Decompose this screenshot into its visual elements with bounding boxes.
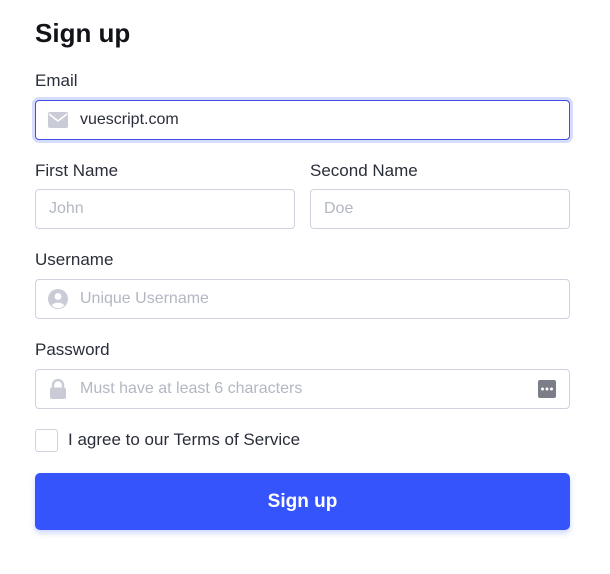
- second-name-label: Second Name: [310, 161, 418, 180]
- password-label: Password: [35, 340, 110, 359]
- username-field-wrapper[interactable]: [35, 279, 570, 319]
- password-field-wrapper[interactable]: [35, 369, 570, 409]
- lock-icon: [48, 379, 68, 399]
- email-label: Email: [35, 71, 78, 90]
- password-input[interactable]: [80, 370, 537, 408]
- first-name-label: First Name: [35, 161, 119, 180]
- terms-label[interactable]: I agree to our Terms of Service: [68, 430, 300, 450]
- password-dots-icon[interactable]: [537, 379, 557, 399]
- email-field-wrapper[interactable]: [35, 100, 570, 140]
- username-input[interactable]: [80, 280, 569, 318]
- second-name-input[interactable]: [311, 190, 569, 228]
- first-name-input[interactable]: [36, 190, 294, 228]
- second-name-field-wrapper[interactable]: [310, 189, 570, 229]
- sign-up-button[interactable]: Sign up: [35, 473, 570, 530]
- email-input[interactable]: [80, 101, 569, 139]
- terms-checkbox[interactable]: [35, 429, 58, 452]
- page-title: Sign up: [35, 18, 131, 48]
- username-label: Username: [35, 250, 114, 269]
- first-name-field-wrapper[interactable]: [35, 189, 295, 229]
- user-circle-icon: [48, 289, 68, 309]
- envelope-icon: [48, 110, 68, 130]
